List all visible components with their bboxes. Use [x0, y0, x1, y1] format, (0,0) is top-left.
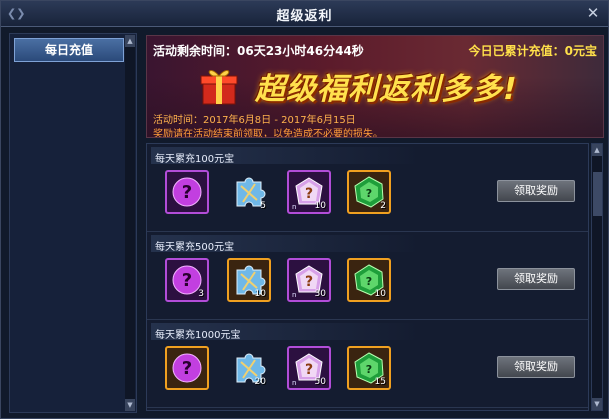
- item-count: 10: [254, 289, 266, 299]
- reward-item-slot[interactable]: ? n 50: [287, 346, 331, 390]
- event-banner: 活动剩余时间：06天23小时46分44秒 今日已累计充值：0元宝 超级福利返利多…: [146, 35, 604, 138]
- reward-tier-title: 每天累充500元宝: [155, 242, 235, 253]
- reward-item-slot[interactable]: ?: [165, 170, 209, 214]
- sidebar-scrollbar[interactable]: ▲ ▼: [125, 35, 135, 411]
- svg-text:?: ?: [182, 270, 192, 291]
- item-count: 2: [380, 201, 386, 211]
- reward-list-scrollbar[interactable]: ▲ ▼: [591, 143, 603, 411]
- reward-item-slot[interactable]: ? n 10: [287, 170, 331, 214]
- item-count: 30: [314, 289, 326, 299]
- reward-row: 每天累充1000元宝? 20? n 50? 15 领取奖励: [147, 320, 588, 408]
- reward-item-slot[interactable]: ? 10: [347, 258, 391, 302]
- svg-text:?: ?: [305, 362, 313, 378]
- svg-text:?: ?: [182, 358, 192, 379]
- scroll-thumb[interactable]: [593, 172, 602, 216]
- reward-item-slot[interactable]: ? n 30: [287, 258, 331, 302]
- tab-daily-recharge[interactable]: 每日充值: [14, 38, 124, 62]
- reward-item-slot[interactable]: ? 3: [165, 258, 209, 302]
- item-tag: n: [292, 379, 297, 387]
- item-count: 10: [314, 201, 326, 211]
- item-count: 20: [254, 377, 266, 387]
- window-title: 超级返利: [276, 9, 333, 24]
- reward-tier-title: 每天累充100元宝: [155, 154, 235, 165]
- title-bar: ❮❯ 超级返利 ✕: [1, 1, 608, 27]
- close-icon[interactable]: ✕: [584, 4, 602, 22]
- reward-row: 每天累充100元宝? 5? n 10? 2 领取奖励: [147, 144, 588, 232]
- scroll-down-icon[interactable]: ▼: [125, 399, 135, 411]
- svg-text:?: ?: [366, 275, 372, 288]
- mystery-orb-icon: ?: [172, 353, 202, 383]
- event-dates: 活动时间：2017年6月8日 - 2017年6月15日: [153, 115, 356, 126]
- scroll-down-icon[interactable]: ▼: [592, 398, 602, 410]
- reward-tier-title: 每天累充1000元宝: [155, 330, 241, 341]
- reward-list: 每天累充100元宝? 5? n 10? 2 领取奖励 每天累充500元宝? 3 10? n 30? 1…: [146, 143, 589, 411]
- reward-row: 每天累充500元宝? 3 10? n 30? 10 领取奖励: [147, 232, 588, 320]
- reward-item-slot[interactable]: 20: [227, 346, 271, 390]
- item-count: 15: [374, 377, 386, 387]
- claim-reward-button[interactable]: 领取奖励: [497, 180, 575, 202]
- reward-item-slot[interactable]: ? 15: [347, 346, 391, 390]
- item-tag: n: [292, 203, 297, 211]
- reward-item-slot[interactable]: ? 2: [347, 170, 391, 214]
- reward-item-slot[interactable]: ?: [165, 346, 209, 390]
- countdown-text: 活动剩余时间：06天23小时46分44秒: [153, 44, 364, 58]
- reward-window: ❮❯ 超级返利 ✕ 每日充值 ▲ ▼ 活动剩余时间：06天23小时46分44秒 …: [0, 0, 609, 419]
- svg-text:?: ?: [305, 186, 313, 202]
- svg-text:?: ?: [366, 187, 372, 200]
- item-count: 50: [314, 377, 326, 387]
- svg-text:?: ?: [366, 363, 372, 376]
- mystery-orb-icon: ?: [172, 177, 202, 207]
- svg-text:?: ?: [305, 274, 313, 290]
- scroll-up-icon[interactable]: ▲: [125, 35, 135, 47]
- item-count: 10: [374, 289, 386, 299]
- gift-box-icon: [200, 70, 238, 105]
- item-tag: n: [292, 291, 297, 299]
- claim-reward-button[interactable]: 领取奖励: [497, 268, 575, 290]
- scroll-up-icon[interactable]: ▲: [592, 144, 602, 156]
- item-count: 5: [260, 201, 266, 211]
- item-count: 3: [198, 289, 204, 299]
- reward-item-slot[interactable]: 10: [227, 258, 271, 302]
- claim-reward-button[interactable]: 领取奖励: [497, 356, 575, 378]
- svg-text:?: ?: [182, 182, 192, 203]
- event-notice: 奖励请在活动结束前领取，以免造成不必要的损失。: [153, 129, 383, 138]
- reward-item-slot[interactable]: 5: [227, 170, 271, 214]
- recharge-total: 今日已累计充值：0元宝: [468, 44, 597, 58]
- sidebar: 每日充值 ▲ ▼: [9, 33, 137, 413]
- banner-slogan: 超级福利返利多多!: [255, 72, 518, 107]
